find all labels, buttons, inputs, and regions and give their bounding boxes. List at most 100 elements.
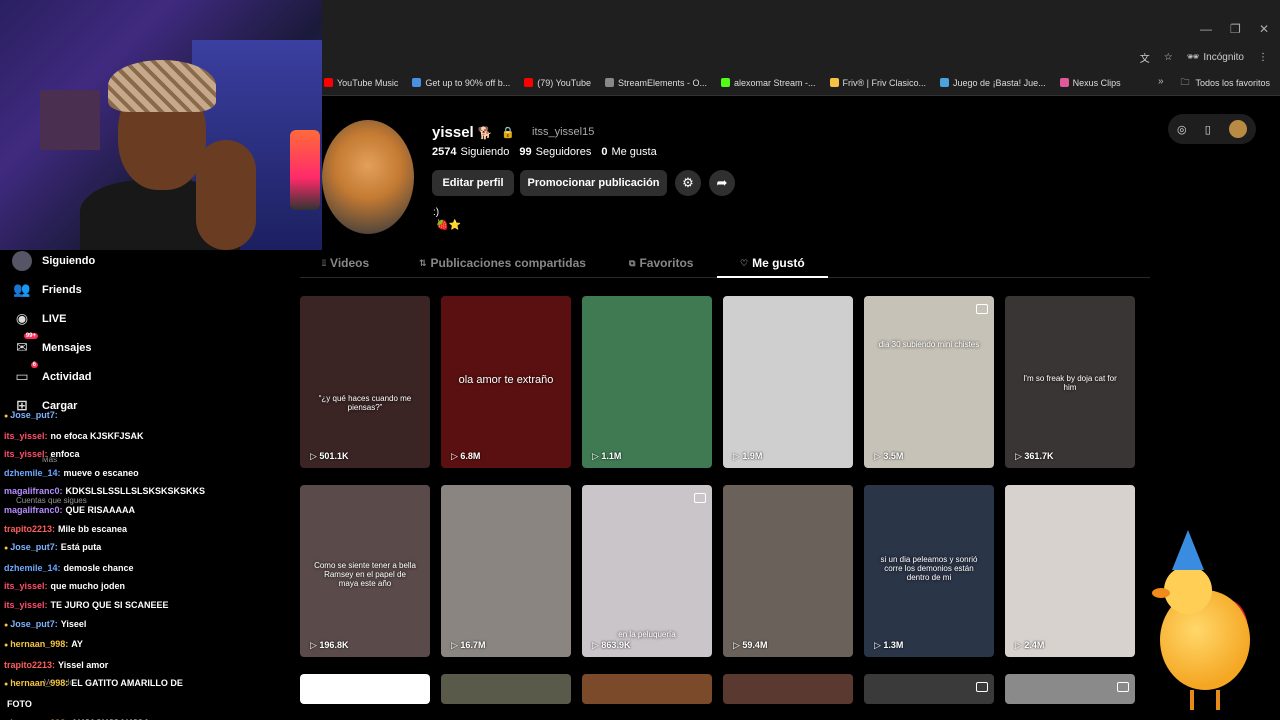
bookmark-item[interactable]: Get up to 90% off b... [412,78,510,88]
tab-bookmark[interactable]: ⧉ Favoritos [629,256,693,270]
bookmark-item[interactable]: (79) YouTube [524,78,591,88]
tab-liked-heart[interactable]: ♡ Me gustó [740,256,805,270]
stream-chat: ● Jose_put7: its_yissel: no efoca KJSKFJSA… [4,406,234,720]
chat-message: trapito2213: Mile bb escanea [4,520,234,539]
chat-message: its_yissel: no efoca KJSKFJSAK [4,427,234,446]
video-thumbnail[interactable]: si un dia peleamos y sonrió corre los de… [864,485,994,657]
chat-username: magalifranc0: [4,486,63,497]
bookmark-favicon-icon [324,78,333,87]
bookmark-favicon-icon [940,78,950,87]
chat-username: hernaan_998: [10,639,69,650]
close-window-icon[interactable]: ✕ [1259,22,1269,36]
promote-post-button[interactable]: Promocionar publicación [520,170,667,196]
followers-stat[interactable]: 99 Seguidores [519,146,591,158]
profile-bio-emojis: 🍓⭐ [436,220,461,231]
sidebar-item-siguiendo[interactable]: Siguiendo [12,246,192,275]
chat-message: magalifranc0: KDKSLSLSSLLSLSKSKSKSKKS [4,482,234,501]
bookmark-item[interactable]: alexomar Stream -... [721,78,816,88]
play-icon: ▷ [451,640,461,650]
view-count: ▷ 3.5M [874,451,904,461]
video-thumbnail[interactable]: ▷ 16.7M [441,485,571,657]
private-lock-icon: 🔒 [501,127,515,139]
view-count: ▷ 1.1M [592,451,622,461]
chat-message: magalifranc0: QUE RISAAAAA [4,501,234,520]
following-stat[interactable]: 2574 Siguiendo [432,146,509,158]
video-thumbnail[interactable]: Como se siente tener a bella Ramsey en e… [300,485,430,657]
sidebar-item-label: Friends [42,283,82,296]
sidebar-item-friends[interactable]: 👥 Friends [12,275,192,304]
chat-text: mueve o escaneo [63,467,139,478]
user-avatar[interactable] [1228,120,1247,138]
edit-profile-button[interactable]: Editar perfil [432,170,514,196]
webcam-overlay [0,0,322,250]
notification-badge: 99+ [23,332,38,339]
chat-message: its_yissel: enfoca [4,445,234,464]
profile-avatar[interactable] [322,120,414,234]
tab-repost[interactable]: ⇅ Publicaciones compartidas [419,256,586,270]
chat-message: dzhemile_14: demosle chance [4,559,234,578]
bookmark-favicon-icon [604,78,614,87]
translate-icon[interactable]: 文 [1140,50,1150,65]
play-icon: ▷ [592,640,602,650]
sidebar-item-mensajes[interactable]: ✉ 99+ Mensajes [12,332,192,362]
play-icon: ▷ [451,451,461,461]
bookmark-favicon-icon [829,78,839,87]
tab-grid[interactable]: ⦙⦙ Videos [322,256,369,270]
photo-carousel-icon [694,493,706,503]
view-count: ▷ 2.4M [1015,640,1045,650]
profile-name: yissel 🐕 [432,124,493,141]
video-thumbnail[interactable]: “¿y qué haces cuando me piensas?” ▷ 501.1… [300,296,430,468]
video-thumbnail[interactable] [723,674,853,704]
chat-username: Jose_put7: [10,618,58,629]
video-thumbnail[interactable]: ▷ 2.4M [1005,485,1135,657]
video-thumbnail[interactable] [300,674,430,704]
sidebar-item-actividad[interactable]: ▭ 6 Actividad [12,361,192,391]
incognito-indicator[interactable]: 🕶 Incógnito [1187,52,1244,63]
profile-bio: :) [433,207,440,218]
video-thumbnail[interactable] [1005,674,1135,704]
video-thumbnail[interactable]: ▷ 1.9M [723,296,853,468]
bookmark-icon: ⧉ [629,257,636,268]
bookmark-item[interactable]: Juego de ¡Basta! Jue... [940,78,1046,88]
view-count: ▷ 6.8M [451,451,481,461]
video-thumbnail[interactable]: ▷ 59.4M [723,485,853,657]
video-thumbnail[interactable]: ola amor te extraño ▷ 6.8M [441,296,571,468]
notification-badge: 6 [30,361,38,368]
play-icon: ▷ [1015,640,1025,650]
bookmark-item[interactable]: StreamElements - O... [604,78,707,88]
sidebar-item-live[interactable]: ◉ LIVE [12,304,192,333]
live-icon: ◉ [15,310,29,326]
bookmark-item[interactable]: Nexus Clips [1059,78,1121,88]
chat-text: demosle chance [63,562,134,573]
browser-menu-icon[interactable]: ⋮ [1258,52,1268,63]
bookmark-item[interactable]: Friv® | Friv Clasico... [829,78,926,88]
photo-carousel-icon [1117,682,1129,692]
phone-icon[interactable]: ▯ [1205,123,1211,136]
restore-icon[interactable]: ❐ [1230,22,1241,36]
video-thumbnail[interactable]: I'm so freak by doja cat for him ▷ 361.7K [1005,296,1135,468]
video-thumbnail[interactable] [864,674,994,704]
video-thumbnail[interactable] [582,674,712,704]
profile-tabs: ⦙⦙ Videos ⇅ Publicaciones compartidas ⧉ Favor… [300,252,1150,278]
photo-carousel-icon [976,304,988,314]
repost-icon: ⇅ [419,257,427,268]
all-bookmarks-button[interactable]: 🗀 Todos los favoritos [1180,70,1270,96]
video-caption: en la peluquería [618,630,676,639]
bookmark-item[interactable]: YouTube Music [324,78,398,88]
compass-icon[interactable]: ◎ [1177,123,1187,136]
incognito-icon: 🕶 [1186,51,1200,63]
messages-icon: ✉ 99+ [16,332,38,355]
video-thumbnail[interactable]: en la peluquería ▷ 863.9K [582,485,712,657]
chat-text: Mile bb escanea [58,523,128,534]
video-thumbnail[interactable] [441,674,571,704]
bookmarks-overflow-icon[interactable]: » [1158,76,1164,87]
chat-username: trapito2213: [4,659,56,670]
share-arrow-icon[interactable]: ➦ [709,170,735,196]
bookmark-star-icon[interactable]: ☆ [1164,52,1173,63]
chat-username: dzhemile_14: [4,467,61,478]
video-thumbnail[interactable]: dia 30 subiendo mini chistes ▷ 3.5M [864,296,994,468]
minimize-icon[interactable]: — [1200,22,1212,36]
video-caption: si un dia peleamos y sonrió corre los de… [880,555,978,582]
settings-gear-icon[interactable]: ⚙ [675,170,701,196]
video-thumbnail[interactable]: ▷ 1.1M [582,296,712,468]
